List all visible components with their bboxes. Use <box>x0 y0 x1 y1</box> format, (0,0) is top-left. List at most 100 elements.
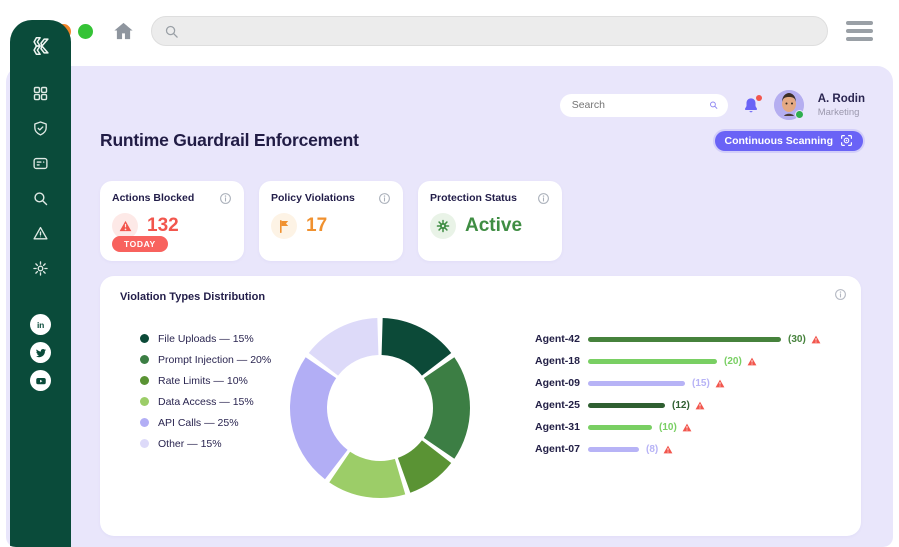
stat-label: Actions Blocked <box>112 192 194 204</box>
legend-item: Rate Limits — 10% <box>140 370 271 391</box>
youtube-icon[interactable] <box>30 370 51 391</box>
sidebar-item-policies[interactable] <box>29 151 53 175</box>
legend-label: File Uploads — 15% <box>158 333 254 345</box>
linkedin-icon[interactable]: in <box>30 314 51 335</box>
legend-item: File Uploads — 15% <box>140 328 271 349</box>
stat-label: Policy Violations <box>271 192 355 204</box>
scan-eye-icon <box>840 134 853 147</box>
agent-bar-value: (8) <box>646 444 658 455</box>
browser-bar <box>0 0 899 62</box>
stat-card-actions-blocked: Actions Blocked 132 TODAY <box>100 181 244 261</box>
today-badge: TODAY <box>112 236 168 252</box>
warning-icon <box>663 445 673 454</box>
search-icon <box>164 24 179 39</box>
sidebar-item-search[interactable] <box>29 186 53 210</box>
page-title: Runtime Guardrail Enforcement <box>100 130 359 151</box>
agent-label: Agent-18 <box>535 355 582 367</box>
scan-button-label: Continuous Scanning <box>725 135 834 147</box>
sidebar-social: in <box>30 314 51 391</box>
legend-label: Other — 15% <box>158 438 222 450</box>
agent-bar-value: (10) <box>659 422 677 433</box>
info-icon[interactable] <box>219 192 232 205</box>
home-icon[interactable] <box>112 20 135 43</box>
browser-address-bar[interactable] <box>151 16 828 46</box>
agent-bar <box>588 337 781 342</box>
chart-title: Violation Types Distribution <box>120 291 265 303</box>
warning-icon <box>682 423 692 432</box>
legend-item: Other — 15% <box>140 433 271 454</box>
agent-bar-value: (30) <box>788 334 806 345</box>
stat-card-protection-status: Protection Status <box>418 181 562 261</box>
browser-search-input[interactable] <box>187 23 815 39</box>
legend-dot-icon <box>140 334 149 343</box>
sidebar-item-protection[interactable] <box>29 116 53 140</box>
legend-dot-icon <box>140 397 149 406</box>
agent-bar-value: (15) <box>692 378 710 389</box>
agent-label: Agent-09 <box>535 377 582 389</box>
sidebar-nav <box>29 81 53 280</box>
search-icon <box>709 98 718 112</box>
user-name: A. Rodin <box>818 93 865 105</box>
stat-value: Active <box>465 215 522 237</box>
notifications-bell-icon[interactable] <box>742 96 760 115</box>
agent-bar-row: Agent-31(10) <box>535 416 821 438</box>
info-icon[interactable] <box>537 192 550 205</box>
sidebar: in <box>10 20 71 547</box>
donut-legend: File Uploads — 15% Prompt Injection — 20%… <box>140 328 271 454</box>
agent-bar-row: Agent-18 (20) <box>535 350 821 372</box>
window-zoom-button[interactable] <box>78 24 93 39</box>
agent-label: Agent-25 <box>535 399 582 411</box>
user-avatar[interactable] <box>774 90 804 120</box>
donut-chart <box>288 316 472 505</box>
stat-card-policy-violations: Policy Violations 17 <box>259 181 403 261</box>
donut-slice-prompt-injection <box>424 357 470 458</box>
violation-distribution-card: Violation Types Distribution File Upload… <box>100 276 861 536</box>
agent-bar-row: Agent-42 (30) <box>535 328 821 350</box>
user-info: A. Rodin Marketing <box>818 93 865 118</box>
legend-item: Data Access — 15% <box>140 391 271 412</box>
agent-bar <box>588 381 685 386</box>
continuous-scanning-button[interactable]: Continuous Scanning <box>715 131 864 151</box>
legend-item: Prompt Injection — 20% <box>140 349 271 370</box>
sidebar-item-dashboard[interactable] <box>29 81 53 105</box>
info-icon[interactable] <box>378 192 391 205</box>
agent-bar <box>588 425 652 430</box>
app-window: A. Rodin Marketing Runtime Guardrail Enf… <box>0 0 899 547</box>
warning-icon <box>695 401 705 410</box>
sidebar-item-alerts[interactable] <box>29 221 53 245</box>
k-logo-icon <box>30 35 52 57</box>
twitter-icon[interactable] <box>30 342 51 363</box>
menu-icon[interactable] <box>846 21 873 41</box>
sidebar-item-settings[interactable] <box>29 256 53 280</box>
info-icon[interactable] <box>834 288 847 301</box>
online-status-dot <box>795 110 804 119</box>
legend-dot-icon <box>140 376 149 385</box>
agent-bar-row: Agent-07 (8) <box>535 438 821 460</box>
warning-icon <box>811 335 821 344</box>
warning-icon <box>715 379 725 388</box>
legend-label: Rate Limits — 10% <box>158 375 248 387</box>
agent-bar-value: (20) <box>724 356 742 367</box>
title-row: Runtime Guardrail Enforcement Continuous… <box>100 130 863 151</box>
legend-label: Data Access — 15% <box>158 396 254 408</box>
agent-bar-value: (12) <box>672 400 690 411</box>
agent-bars: Agent-42 (30) Agent-18 (20) Agent-09 (15) Agen… <box>535 328 821 460</box>
gear-icon <box>430 213 456 239</box>
agent-bar <box>588 403 665 408</box>
stat-label: Protection Status <box>430 192 517 204</box>
legend-dot-icon <box>140 355 149 364</box>
legend-item: API Calls — 25% <box>140 412 271 433</box>
flag-icon <box>271 213 297 239</box>
agent-bar <box>588 447 639 452</box>
user-role: Marketing <box>818 107 865 118</box>
dashboard-shell: A. Rodin Marketing Runtime Guardrail Enf… <box>6 66 893 547</box>
legend-label: API Calls — 25% <box>158 417 239 429</box>
warning-icon <box>747 357 757 366</box>
agent-label: Agent-42 <box>535 333 582 345</box>
stat-cards-row: Actions Blocked 132 TODAY Policy Violati… <box>100 181 562 261</box>
agent-label: Agent-07 <box>535 443 582 455</box>
legend-label: Prompt Injection — 20% <box>158 354 271 366</box>
dashboard-search-input[interactable] <box>570 98 709 112</box>
agent-bar-row: Agent-25 (12) <box>535 394 821 416</box>
dashboard-search[interactable] <box>560 94 728 117</box>
